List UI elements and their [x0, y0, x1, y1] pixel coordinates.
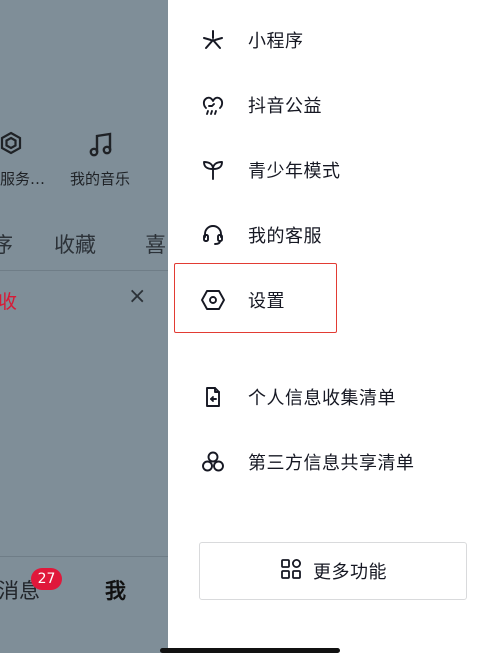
menu-item-settings[interactable]: 设置: [168, 278, 500, 322]
menu-item-customer-service[interactable]: 我的客服: [168, 213, 500, 257]
settings-hexagon-icon: [200, 287, 226, 313]
headset-icon: [200, 222, 226, 248]
home-indicator: [160, 648, 340, 653]
service-cube-icon: [0, 130, 24, 160]
grid-apps-icon: [279, 557, 303, 585]
tab-works: 序: [0, 233, 13, 257]
notice-text: 收: [0, 291, 18, 313]
message-count-badge: 27: [31, 568, 62, 590]
menu-item-label: 我的客服: [248, 226, 322, 247]
share-circles-icon: [200, 449, 226, 475]
menu-item-label: 第三方信息共享清单: [248, 453, 415, 474]
more-functions-label: 更多功能: [313, 562, 387, 583]
menu-item-label: 个人信息收集清单: [248, 388, 396, 409]
sprout-icon: [200, 157, 226, 183]
mini-program-icon: [200, 27, 226, 53]
menu-item-label: 小程序: [248, 31, 304, 52]
background-page-overlay[interactable]: 服务… 我的音乐 序 收藏 喜 收 × 消息 27 我: [0, 0, 168, 653]
service-label: 服务…: [0, 170, 46, 188]
close-icon: ×: [128, 284, 147, 309]
menu-item-label: 设置: [248, 291, 285, 312]
menu-item-personal-info-list[interactable]: 个人信息收集清单: [168, 375, 500, 419]
tab-likes: 喜: [145, 233, 166, 257]
menu-item-label: 抖音公益: [248, 96, 322, 117]
music-note-icon: [89, 132, 113, 162]
menu-item-third-party-sharing-list[interactable]: 第三方信息共享清单: [168, 440, 500, 484]
charity-icon: [200, 92, 226, 118]
bottom-nav-divider: [0, 556, 168, 557]
tab-favorites: 收藏: [54, 233, 96, 257]
my-music-label: 我的音乐: [70, 170, 131, 188]
menu-item-charity[interactable]: 抖音公益: [168, 83, 500, 127]
menu-item-label: 青少年模式: [248, 161, 341, 182]
tabs-divider: [0, 270, 168, 271]
menu-item-teen-mode[interactable]: 青少年模式: [168, 148, 500, 192]
nav-me-label: 我: [105, 579, 126, 603]
more-functions-button[interactable]: 更多功能: [199, 542, 467, 600]
menu-item-mini-programs[interactable]: 小程序: [168, 18, 500, 62]
document-arrow-icon: [200, 384, 226, 410]
